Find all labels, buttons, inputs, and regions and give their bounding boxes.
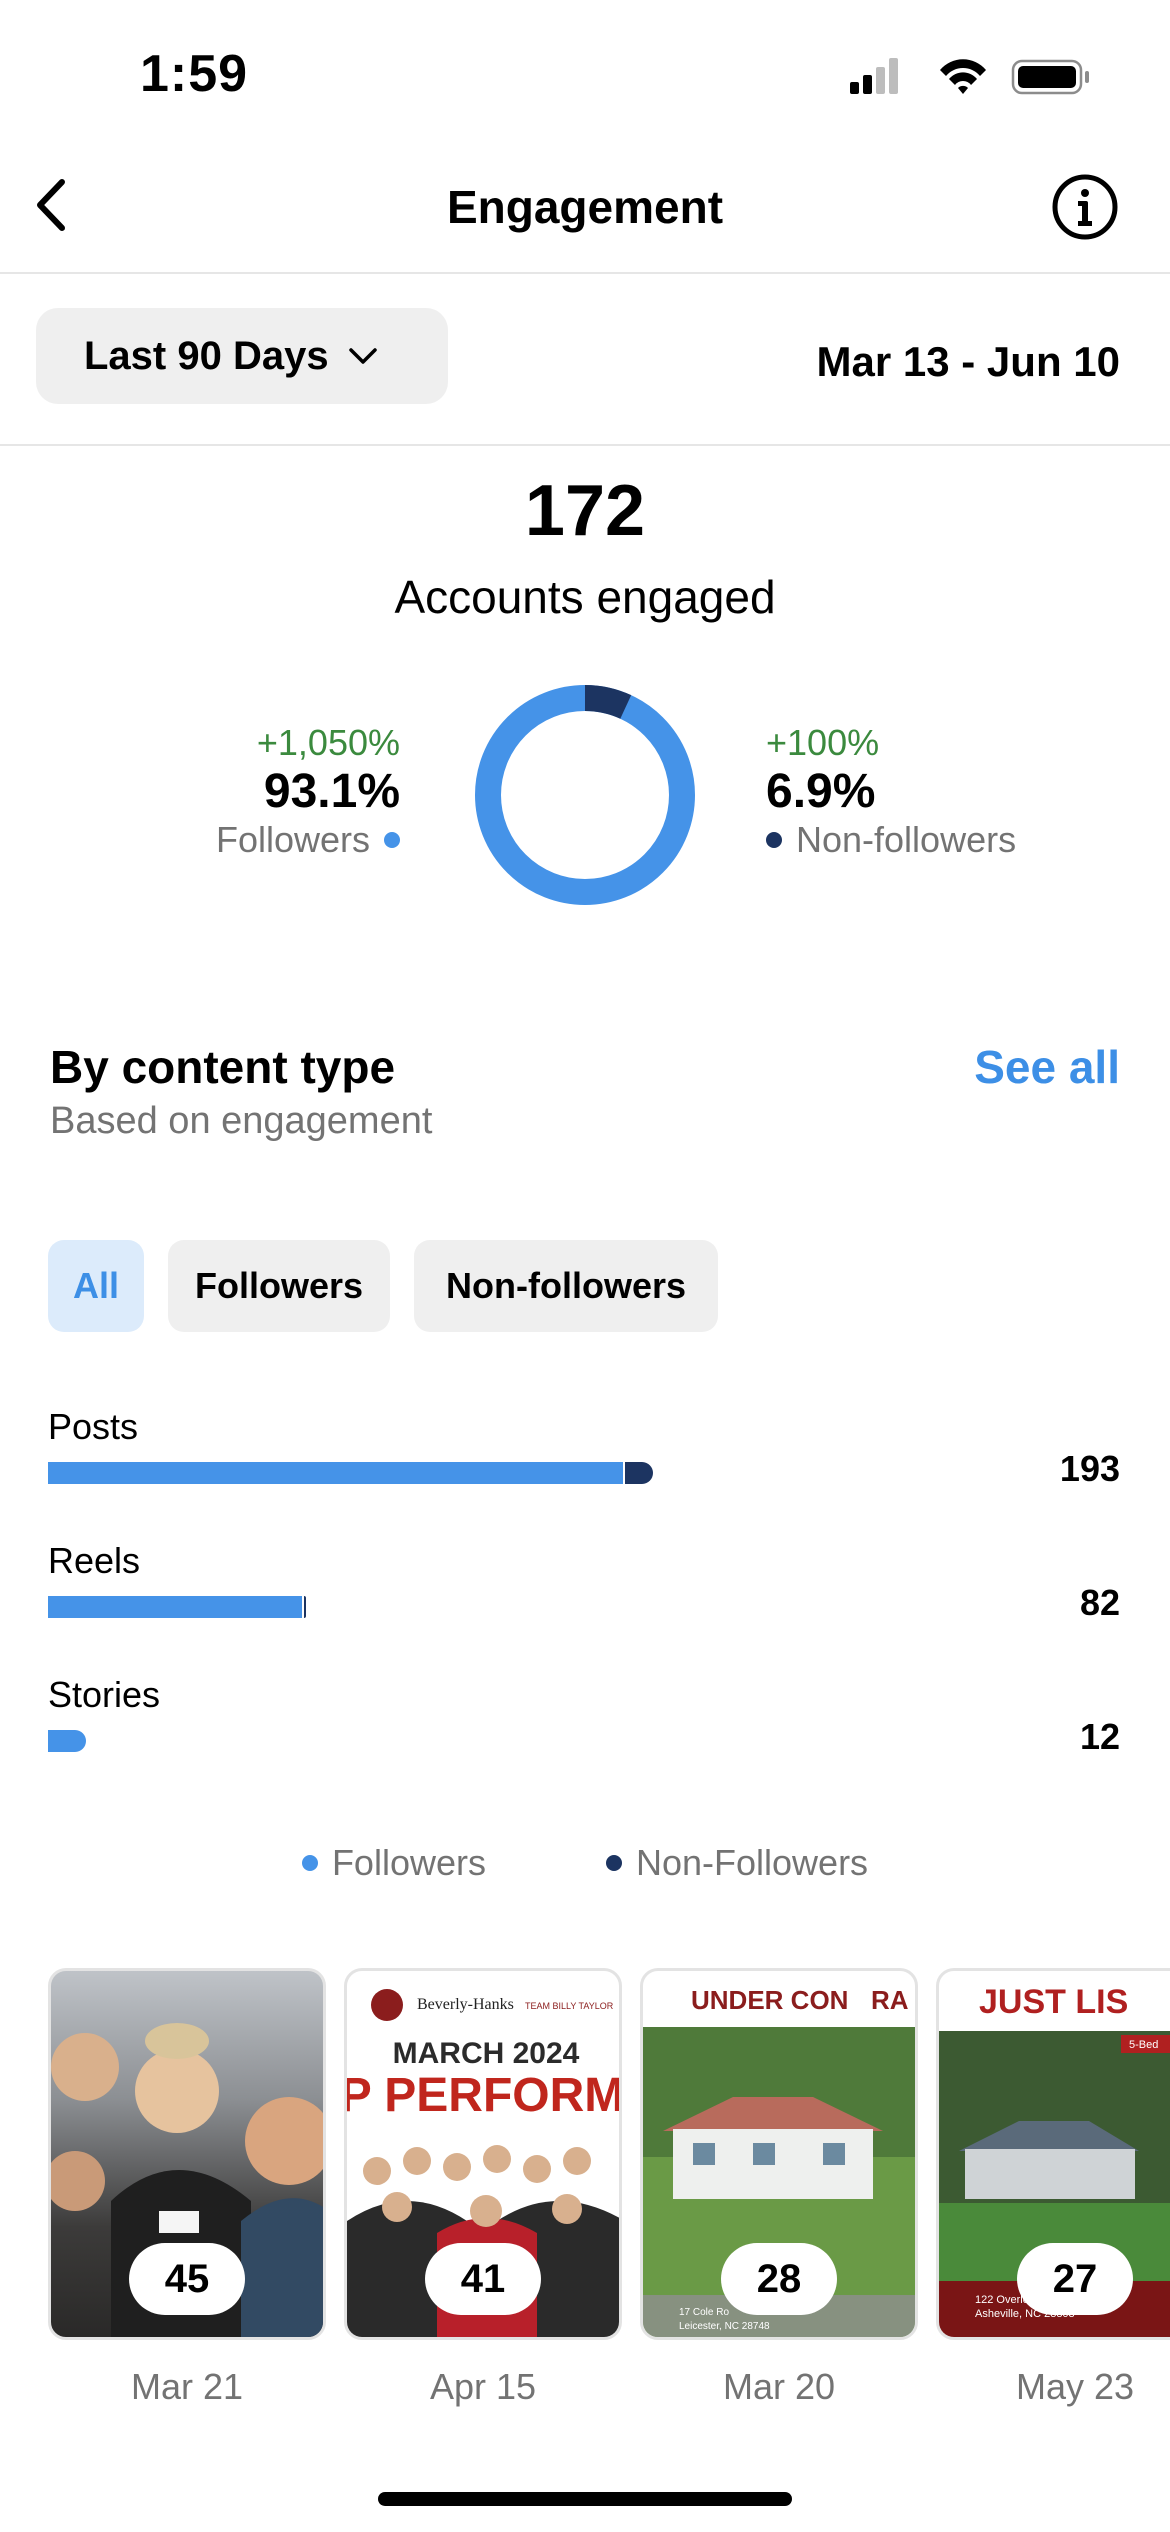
thumb3-city: Leicester, NC 28748 bbox=[679, 2321, 770, 2332]
thumb-value-4: 27 bbox=[1017, 2243, 1133, 2315]
date-range: Mar 13 - Jun 10 bbox=[816, 338, 1120, 385]
followers-change: +1,050% bbox=[256, 722, 400, 763]
filter-chip-all[interactable]: All bbox=[48, 1240, 144, 1332]
info-icon[interactable] bbox=[1050, 172, 1120, 242]
thumb-date-3: Mar 20 bbox=[722, 2366, 836, 2407]
thumb3-address: 17 Cole Ro bbox=[679, 2307, 729, 2318]
period-dropdown[interactable]: Last 90 Days bbox=[36, 308, 448, 404]
content-thumbnail-2[interactable]: Beverly-Hanks TEAM BILLY TAYLOR MARCH 20… bbox=[344, 1968, 622, 2340]
accounts-engaged-label: Accounts engaged bbox=[394, 571, 776, 623]
content-thumbnail-1[interactable]: 45 bbox=[48, 1968, 326, 2340]
nonfollowers-percent: 6.9% bbox=[766, 765, 876, 818]
thumb-date-1: Mar 21 bbox=[130, 2366, 244, 2407]
wifi-icon bbox=[940, 59, 986, 94]
page-title: Engagement bbox=[446, 181, 724, 233]
chevron-down-icon bbox=[348, 348, 377, 364]
bar-label-posts: Posts bbox=[48, 1406, 139, 1447]
see-all-link[interactable]: See all bbox=[974, 1040, 1120, 1094]
header-divider bbox=[0, 272, 1170, 274]
bar-label-stories: Stories bbox=[48, 1674, 161, 1715]
bar-segment-nonfollowers bbox=[304, 1596, 307, 1618]
bar-label-reels: Reels bbox=[48, 1540, 141, 1581]
content-thumbnail-3[interactable]: UNDER CON RA 17 Cole Ro Leicester, NC 28… bbox=[640, 1968, 918, 2340]
thumb-value-2: 41 bbox=[425, 2243, 541, 2315]
donut-followers-arc bbox=[475, 685, 695, 905]
battery-icon bbox=[1011, 59, 1089, 95]
bar-reels bbox=[48, 1596, 307, 1618]
signal-icon bbox=[850, 58, 898, 94]
bar-segment-nonfollowers bbox=[624, 1462, 653, 1484]
bar-legend: Followers Non-Followers bbox=[0, 1842, 1170, 1884]
accounts-engaged-total: 172 bbox=[524, 471, 646, 551]
legend-followers-dot-icon bbox=[301, 1855, 318, 1871]
status-time: 1:59 bbox=[140, 45, 249, 103]
followers-stat: +1,050% 93.1% Followers bbox=[216, 722, 400, 861]
thumb2-team: TEAM BILLY TAYLOR bbox=[525, 2001, 614, 2011]
followers-label: Followers bbox=[215, 819, 370, 860]
period-divider bbox=[0, 444, 1170, 446]
bar-segment-followers bbox=[48, 1596, 303, 1618]
thumb3-headline: UNDER CON bbox=[691, 1985, 848, 2015]
bar-value-reels: 82 bbox=[1079, 1582, 1120, 1623]
home-indicator bbox=[378, 2492, 792, 2506]
bar-posts bbox=[48, 1462, 653, 1484]
status-icons bbox=[850, 58, 1089, 95]
thumb-date-2: Apr 15 bbox=[429, 2366, 537, 2407]
section-title: By content type bbox=[50, 1041, 396, 1093]
bar-segment-followers bbox=[48, 1462, 623, 1484]
legend-nonfollowers-dot-icon bbox=[605, 1855, 622, 1871]
thumb-value-3: 28 bbox=[721, 2243, 837, 2315]
nonfollowers-change: +100% bbox=[766, 722, 880, 763]
filter-chip-nonfollowers[interactable]: Non-followers bbox=[414, 1240, 718, 1332]
legend-nonfollowers: Non-Followers bbox=[635, 1842, 869, 1883]
bar-value-posts: 193 bbox=[1059, 1448, 1120, 1489]
period-label: Last 90 Days bbox=[84, 333, 329, 378]
thumb-date-4: May 23 bbox=[1015, 2366, 1135, 2407]
nonfollowers-stat: +100% 6.9% Non-followers bbox=[766, 722, 1016, 861]
engagement-donut bbox=[475, 685, 695, 905]
content-thumbnail-4[interactable]: JUST LIS 5-Bed 122 Overlo Asheville, NC … bbox=[936, 1968, 1170, 2340]
followers-percent: 93.1% bbox=[263, 765, 400, 818]
bar-value-stories: 12 bbox=[1079, 1716, 1120, 1757]
legend-followers: Followers bbox=[331, 1842, 486, 1883]
thumb3-headline-end: RA bbox=[871, 1985, 909, 2015]
thumb-value-1: 45 bbox=[129, 2243, 245, 2315]
nonfollowers-dot-icon bbox=[766, 832, 782, 848]
filter-chip-followers[interactable]: Followers bbox=[168, 1240, 390, 1332]
followers-dot-icon bbox=[384, 832, 400, 848]
thumb4-beds: 5-Bed bbox=[1129, 2039, 1158, 2051]
nonfollowers-label: Non-followers bbox=[796, 819, 1017, 860]
bar-segment-followers bbox=[48, 1730, 86, 1752]
thumb2-brand: Beverly-Hanks bbox=[417, 1996, 514, 2013]
section-subtitle: Based on engagement bbox=[50, 1100, 433, 1142]
thumb2-headline: OP PERFORMEI bbox=[347, 2069, 622, 2122]
thumb4-headline: JUST LIS bbox=[979, 1983, 1128, 2021]
thumb2-month: MARCH 2024 bbox=[393, 2037, 580, 2070]
bar-stories bbox=[48, 1730, 86, 1752]
